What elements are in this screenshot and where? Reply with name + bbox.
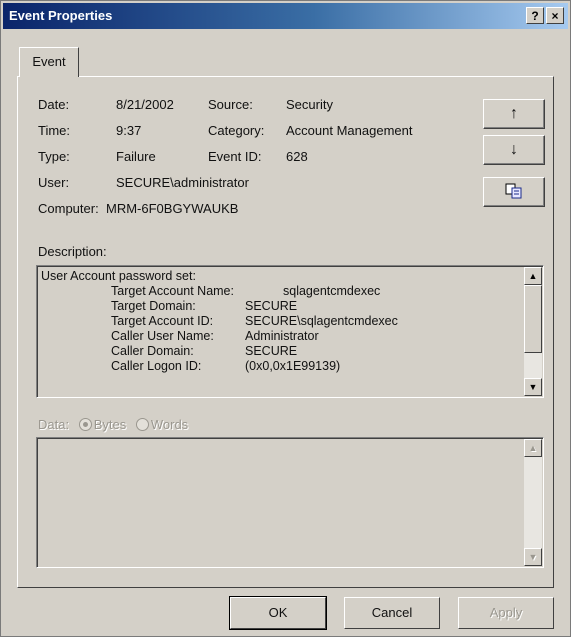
bytes-label: Bytes [93,417,127,432]
list-item: Caller User Name: Administrator [111,329,319,343]
scroll-down-icon[interactable]: ▼ [524,548,542,566]
scroll-thumb[interactable] [524,285,542,353]
list-item: Caller Domain: SECURE [111,344,298,358]
window-title: Event Properties [9,8,113,23]
list-item: Target Account Name: sqlagentcmdexec [111,284,381,298]
description-scrollbar[interactable]: ▲ ▼ [524,267,542,396]
description-header: User Account password set: [41,269,196,283]
computer-value: MRM-6F0BGYWAUKB [106,201,239,216]
date-value: 8/21/2002 [116,97,174,112]
date-label: Date: [38,97,70,112]
tab-event[interactable]: Event [19,47,79,77]
time-value: 9:37 [116,123,142,138]
ok-button[interactable]: OK [229,596,327,630]
arrow-down-icon: ↓ [510,141,518,158]
close-button[interactable]: × [546,7,564,24]
time-label: Time: [38,123,71,138]
description-textbox[interactable]: User Account password set: Target Accoun… [36,265,544,398]
scroll-down-icon[interactable]: ▼ [524,378,542,396]
event-tab-panel: Date: 8/21/2002 Time: 9:37 Type: Failure… [17,76,554,588]
list-item: Target Domain: SECURE [111,299,298,313]
computer-label: Computer: [38,201,99,216]
event-id-label: Event ID: [208,149,262,164]
cancel-button[interactable]: Cancel [344,597,440,629]
next-event-button[interactable]: ↓ [483,135,545,165]
scroll-up-icon[interactable]: ▲ [524,439,542,457]
words-radio[interactable] [135,418,149,431]
scroll-up-icon[interactable]: ▲ [524,267,542,285]
previous-event-button[interactable]: ↑ [483,99,545,129]
tab-event-label: Event [32,54,66,69]
category-label: Category: [208,123,265,138]
description-text: User Account password set: Target Accoun… [41,269,521,374]
event-properties-dialog: Event Properties ? × Event Date: 8/21/20… [0,0,571,637]
category-value: Account Management [286,123,413,138]
source-label: Source: [208,97,253,112]
data-format-row: Data: Bytes Words [38,417,188,432]
title-bar[interactable]: Event Properties ? × [3,3,568,29]
event-id-value: 628 [286,149,308,164]
apply-button[interactable]: Apply [458,597,554,629]
arrow-up-icon: ↑ [510,105,518,122]
help-button[interactable]: ? [526,7,544,24]
copy-icon [505,183,523,202]
type-value: Failure [116,149,156,164]
description-label: Description: [38,244,107,259]
source-value: Security [286,97,333,112]
data-textbox[interactable]: ▲ ▼ [36,437,544,568]
user-value: SECURE\administrator [116,175,249,190]
data-label: Data: [38,417,70,432]
copy-button[interactable] [483,177,545,207]
bytes-radio[interactable] [78,418,92,431]
type-label: Type: [38,149,70,164]
list-item: Caller Logon ID: (0x0,0x1E99139) [111,359,341,373]
words-label: Words [150,417,189,432]
user-label: User: [38,175,70,190]
data-scrollbar[interactable]: ▲ ▼ [524,439,542,566]
list-item: Target Account ID: SECURE\sqlagentcmdexec [111,314,398,328]
